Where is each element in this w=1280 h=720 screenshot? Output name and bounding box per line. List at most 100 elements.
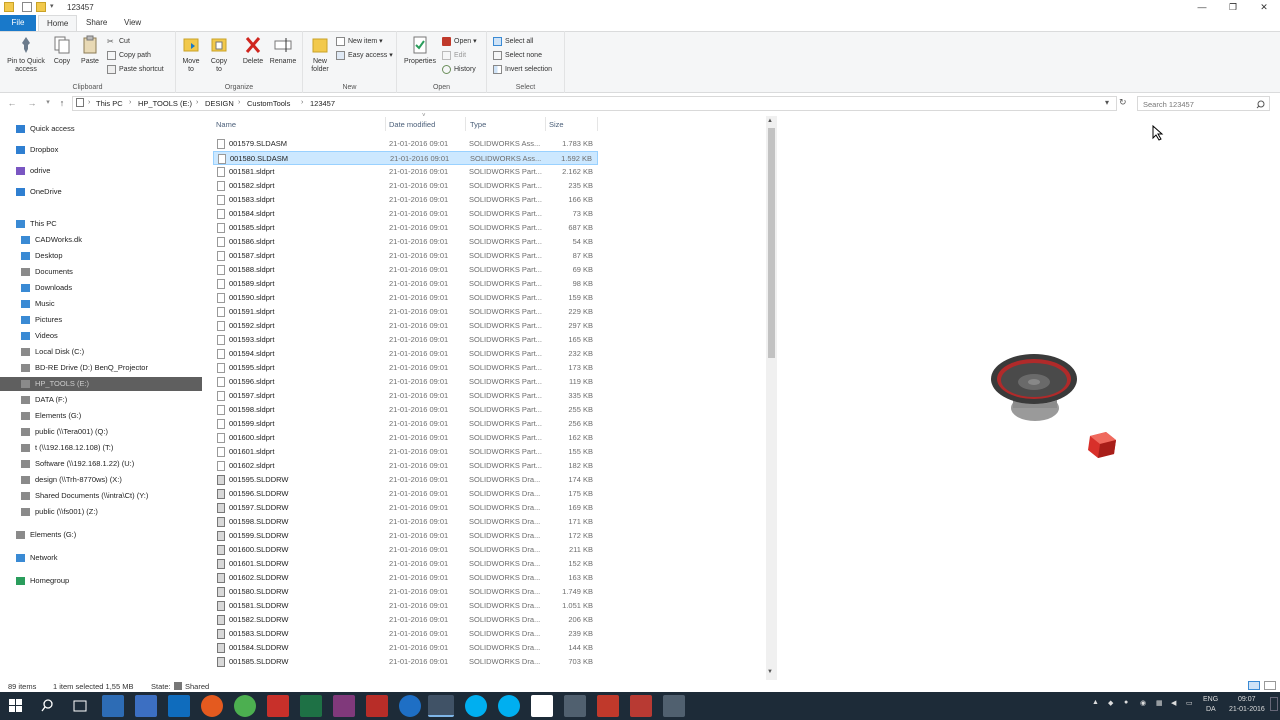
- chrome-icon[interactable]: [234, 695, 256, 717]
- customize-quick-access-icon[interactable]: ▾: [50, 2, 60, 12]
- nav-item[interactable]: This PC: [0, 217, 202, 231]
- cut-button[interactable]: ✂ Cut: [107, 36, 130, 48]
- clock-time[interactable]: 09:07: [1238, 696, 1256, 703]
- file-row[interactable]: 001592.sldprt 21-01-2016 09:01 SOLIDWORKS …: [213, 319, 598, 333]
- keyboard-icon[interactable]: ▭: [1186, 699, 1193, 707]
- pin-to-quick-access-button[interactable]: Pin to Quick access: [4, 35, 48, 74]
- skype-icon[interactable]: [465, 695, 487, 717]
- nav-item[interactable]: BD-RE Drive (D:) BenQ_Projector: [0, 361, 202, 375]
- history-button[interactable]: History: [442, 64, 476, 76]
- nav-item[interactable]: Pictures: [0, 313, 202, 327]
- file-row[interactable]: 001602.SLDDRW 21-01-2016 09:01 SOLIDWORKS …: [213, 571, 598, 585]
- select-all-button[interactable]: Select all: [493, 36, 533, 48]
- volume-icon[interactable]: ◀: [1171, 699, 1176, 707]
- file-row[interactable]: 001587.sldprt 21-01-2016 09:01 SOLIDWORKS …: [213, 249, 598, 263]
- app-icon-1[interactable]: [102, 695, 124, 717]
- nav-item[interactable]: Dropbox: [0, 143, 202, 157]
- file-row[interactable]: 001591.sldprt 21-01-2016 09:01 SOLIDWORKS …: [213, 305, 598, 319]
- file-row[interactable]: 001597.SLDDRW 21-01-2016 09:01 SOLIDWORKS …: [213, 501, 598, 515]
- nav-item[interactable]: CADWorks.dk: [0, 233, 202, 247]
- file-row[interactable]: 001598.SLDDRW 21-01-2016 09:01 SOLIDWORKS …: [213, 515, 598, 529]
- nav-item[interactable]: DATA (F:): [0, 393, 202, 407]
- file-row[interactable]: 001598.sldprt 21-01-2016 09:01 SOLIDWORKS …: [213, 403, 598, 417]
- tray-icon-2[interactable]: ●: [1124, 699, 1128, 706]
- maximize-button[interactable]: ❐: [1217, 0, 1249, 15]
- breadcrumb-hp-tools[interactable]: HP_TOOLS (E:): [138, 99, 192, 108]
- app-icon-4[interactable]: [564, 695, 586, 717]
- column-divider[interactable]: [545, 117, 546, 131]
- nav-item[interactable]: Software (\\192.168.1.22) (U:): [0, 457, 202, 471]
- paste-shortcut-button[interactable]: Paste shortcut: [107, 64, 164, 76]
- file-row[interactable]: 001600.sldprt 21-01-2016 09:01 SOLIDWORKS …: [213, 431, 598, 445]
- nav-item[interactable]: odrive: [0, 164, 202, 178]
- select-none-button[interactable]: Select none: [493, 50, 542, 62]
- breadcrumb-123457[interactable]: 123457: [310, 99, 335, 108]
- file-row[interactable]: 001585.sldprt 21-01-2016 09:01 SOLIDWORKS …: [213, 221, 598, 235]
- properties-quick-icon[interactable]: [22, 2, 32, 12]
- copy-button[interactable]: Copy: [50, 35, 74, 66]
- file-row[interactable]: 001597.sldprt 21-01-2016 09:01 SOLIDWORKS …: [213, 389, 598, 403]
- nav-item[interactable]: public (\\fs001) (Z:): [0, 505, 202, 519]
- nav-item[interactable]: Homegroup: [0, 574, 202, 588]
- nav-item[interactable]: Desktop: [0, 249, 202, 263]
- file-row[interactable]: 001581.SLDDRW 21-01-2016 09:01 SOLIDWORKS …: [213, 599, 598, 613]
- nav-item[interactable]: OneDrive: [0, 185, 202, 199]
- solidworks-taskbar-icon-3[interactable]: [597, 695, 619, 717]
- forward-arrow-icon[interactable]: →: [26, 97, 38, 109]
- file-explorer-taskbar-icon[interactable]: [428, 695, 454, 717]
- new-item-button[interactable]: New item ▾: [336, 36, 383, 48]
- solidworks-taskbar-icon-2[interactable]: [366, 695, 388, 717]
- file-row[interactable]: 001586.sldprt 21-01-2016 09:01 SOLIDWORKS …: [213, 235, 598, 249]
- edit-button[interactable]: Edit: [442, 50, 466, 62]
- file-row[interactable]: 001600.SLDDRW 21-01-2016 09:01 SOLIDWORKS …: [213, 543, 598, 557]
- tab-view[interactable]: View: [116, 15, 149, 31]
- file-row[interactable]: 001582.SLDDRW 21-01-2016 09:01 SOLIDWORKS …: [213, 613, 598, 627]
- nav-item[interactable]: HP_TOOLS (E:): [0, 377, 202, 391]
- app-icon-3[interactable]: [531, 695, 553, 717]
- breadcrumb-customtools[interactable]: CustomTools: [247, 99, 290, 108]
- skype-business-icon[interactable]: [498, 695, 520, 717]
- back-arrow-icon[interactable]: ←: [6, 97, 18, 109]
- scroll-up-icon[interactable]: ▲: [767, 118, 773, 124]
- app-icon-5[interactable]: [630, 695, 652, 717]
- new-folder-button[interactable]: New folder: [306, 35, 334, 74]
- nav-item[interactable]: Network: [0, 551, 202, 565]
- region-indicator[interactable]: DA: [1206, 706, 1216, 713]
- language-indicator[interactable]: ENG: [1203, 696, 1218, 703]
- scrollbar-thumb[interactable]: [768, 128, 775, 358]
- file-row[interactable]: 001581.sldprt 21-01-2016 09:01 SOLIDWORKS …: [213, 165, 598, 179]
- minimize-button[interactable]: —: [1186, 0, 1218, 15]
- nav-item[interactable]: Videos: [0, 329, 202, 343]
- file-row[interactable]: 001601.sldprt 21-01-2016 09:01 SOLIDWORKS …: [213, 445, 598, 459]
- file-row[interactable]: 001593.sldprt 21-01-2016 09:01 SOLIDWORKS …: [213, 333, 598, 347]
- delete-button[interactable]: Delete: [241, 35, 265, 66]
- column-header-date[interactable]: Date modified: [389, 120, 435, 129]
- file-row[interactable]: 001580.SLDDRW 21-01-2016 09:01 SOLIDWORKS …: [213, 585, 598, 599]
- firefox-icon[interactable]: [201, 695, 223, 717]
- file-row[interactable]: 001596.sldprt 21-01-2016 09:01 SOLIDWORKS …: [213, 375, 598, 389]
- file-row[interactable]: 001579.SLDASM 21-01-2016 09:01 SOLIDWORKS …: [213, 137, 598, 151]
- recent-locations-icon[interactable]: ▾: [42, 97, 54, 109]
- column-divider[interactable]: [465, 117, 466, 131]
- file-row[interactable]: 001594.sldprt 21-01-2016 09:01 SOLIDWORKS …: [213, 347, 598, 361]
- file-row[interactable]: 001589.sldprt 21-01-2016 09:01 SOLIDWORKS …: [213, 277, 598, 291]
- breadcrumb-design[interactable]: DESIGN: [205, 99, 234, 108]
- address-dropdown-icon[interactable]: ▾: [1105, 98, 1109, 107]
- file-row[interactable]: 001595.sldprt 21-01-2016 09:01 SOLIDWORKS …: [213, 361, 598, 375]
- nav-item[interactable]: Music: [0, 297, 202, 311]
- breadcrumb-this-pc[interactable]: This PC: [96, 99, 123, 108]
- outlook-icon[interactable]: [168, 695, 190, 717]
- nav-item[interactable]: Local Disk (C:): [0, 345, 202, 359]
- new-folder-quick-icon[interactable]: [36, 2, 46, 12]
- tab-home[interactable]: Home: [38, 15, 78, 31]
- up-arrow-icon[interactable]: ↑: [56, 97, 68, 109]
- edge-icon[interactable]: [399, 695, 421, 717]
- file-row[interactable]: 001582.sldprt 21-01-2016 09:01 SOLIDWORKS …: [213, 179, 598, 193]
- notifications-icon[interactable]: [1270, 697, 1278, 711]
- excel-icon[interactable]: [300, 695, 322, 717]
- nav-item[interactable]: t (\\192.168.12.108) (T:): [0, 441, 202, 455]
- details-view-icon[interactable]: [1248, 681, 1260, 690]
- nav-item[interactable]: Elements (G:): [0, 528, 202, 542]
- tray-icon-1[interactable]: ◆: [1108, 699, 1113, 707]
- copy-to-button[interactable]: Copy to: [207, 35, 231, 74]
